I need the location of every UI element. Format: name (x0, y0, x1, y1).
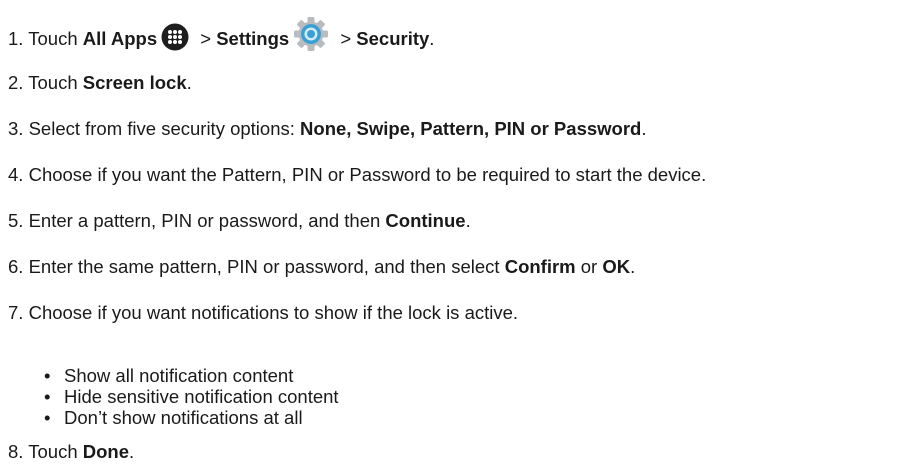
step-text: . (186, 72, 192, 93)
step-number: 4. (8, 164, 24, 185)
step-text: Touch (28, 72, 83, 93)
step-text: . (630, 256, 636, 277)
notification-options-list: • Show all notification content • Hide sen… (44, 365, 339, 428)
continue-label: Continue (385, 210, 466, 231)
step-text: . (429, 27, 435, 49)
list-item: • Show all notification content (44, 365, 339, 386)
list-item: • Hide sensitive notification content (44, 386, 339, 407)
list-item-text: Don’t show notifications at all (64, 407, 303, 428)
step-4: 4. Choose if you want the Pattern, PIN o… (8, 163, 706, 187)
step-7: 7. Choose if you want notifications to s… (8, 301, 518, 325)
step-3: 3. Select from five security options: No… (8, 117, 646, 141)
step-text: > (335, 27, 357, 49)
step-text: Choose if you want notifications to show… (28, 302, 519, 323)
step-text: > (195, 27, 217, 49)
step-6: 6. Enter the same pattern, PIN or passwo… (8, 255, 635, 279)
step-number: 1. (8, 27, 24, 49)
step-number: 2. (8, 72, 24, 93)
step-text: Enter the same pattern, PIN or password,… (28, 256, 505, 277)
confirm-label: Confirm (504, 256, 576, 277)
step-text: or (575, 256, 603, 277)
list-item-text: Hide sensitive notification content (64, 386, 339, 407)
settings-gear-icon (293, 16, 329, 52)
step-text: Touch (28, 27, 83, 49)
step-text: Enter a pattern, PIN or password, and th… (28, 210, 386, 231)
step-number: 6. (8, 256, 24, 277)
step-text: . (641, 118, 647, 139)
step-text: . (129, 441, 135, 462)
done-label: Done (82, 441, 130, 462)
ok-label: OK (602, 256, 631, 277)
apps-grid-icon (161, 23, 189, 51)
step-1: 1. Touch All Apps > Settings > Security. (8, 17, 435, 58)
step-8: 8. Touch Done. (8, 440, 134, 464)
settings-label: Settings (216, 27, 290, 49)
bullet-icon: • (44, 365, 51, 386)
list-item: • Don’t show notifications at all (44, 407, 339, 428)
bullet-icon: • (44, 386, 51, 407)
step-text: Choose if you want the Pattern, PIN or P… (28, 164, 707, 185)
list-item-text: Show all notification content (64, 365, 294, 386)
screen-lock-label: Screen lock (82, 72, 187, 93)
step-number: 5. (8, 210, 24, 231)
step-number: 3. (8, 118, 24, 139)
step-5: 5. Enter a pattern, PIN or password, and… (8, 209, 471, 233)
step-2: 2. Touch Screen lock. (8, 71, 192, 95)
all-apps-label: All Apps (82, 27, 158, 49)
step-text: Select from five security options: (28, 118, 301, 139)
step-number: 8. (8, 441, 24, 462)
step-text: Touch (28, 441, 83, 462)
security-label: Security (356, 27, 430, 49)
step-number: 7. (8, 302, 24, 323)
security-options-label: None, Swipe, Pattern, PIN or Password (300, 118, 642, 139)
step-text: . (465, 210, 471, 231)
bullet-icon: • (44, 407, 51, 428)
